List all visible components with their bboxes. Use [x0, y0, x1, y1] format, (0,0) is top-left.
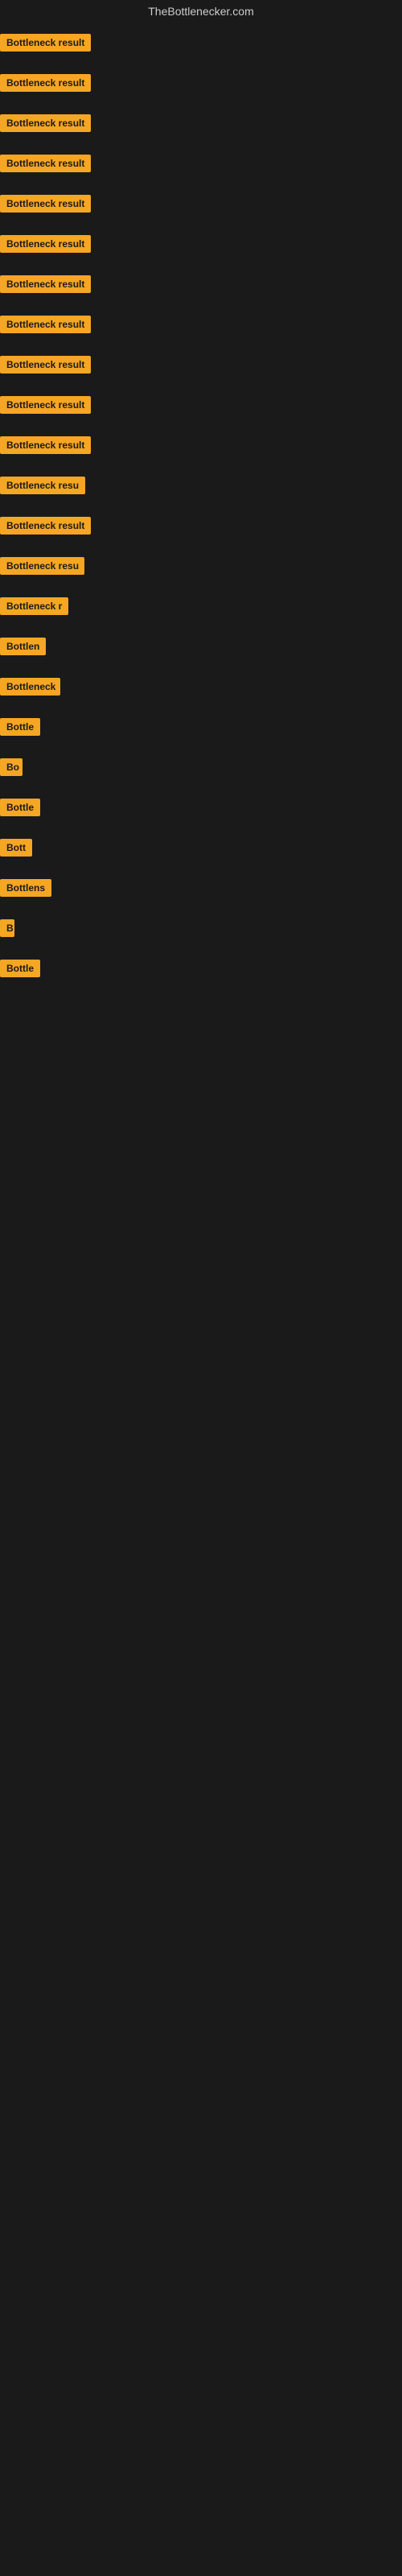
badges-container: Bottleneck result Bottleneck result Bottle…	[0, 23, 402, 989]
bottleneck-badge-16[interactable]: Bottlen	[0, 638, 46, 655]
bottleneck-badge-9[interactable]: Bottleneck result	[0, 356, 91, 374]
bottleneck-badge-21[interactable]: Bott	[0, 839, 32, 857]
bottleneck-badge-6[interactable]: Bottleneck result	[0, 235, 91, 253]
badge-row-19: Bo	[0, 747, 402, 787]
bottleneck-badge-23[interactable]: B	[0, 919, 14, 937]
badge-row-18: Bottle	[0, 707, 402, 747]
bottleneck-badge-19[interactable]: Bo	[0, 758, 23, 776]
badge-row-4: Bottleneck result	[0, 143, 402, 184]
badge-row-17: Bottleneck	[0, 667, 402, 707]
badge-row-2: Bottleneck result	[0, 63, 402, 103]
bottleneck-badge-24[interactable]: Bottle	[0, 960, 40, 977]
badge-row-6: Bottleneck result	[0, 224, 402, 264]
bottleneck-badge-7[interactable]: Bottleneck result	[0, 275, 91, 293]
badge-row-12: Bottleneck resu	[0, 465, 402, 506]
badge-row-23: B	[0, 908, 402, 948]
badge-row-1: Bottleneck result	[0, 23, 402, 63]
bottleneck-badge-5[interactable]: Bottleneck result	[0, 195, 91, 213]
bottleneck-badge-13[interactable]: Bottleneck result	[0, 517, 91, 535]
badge-row-8: Bottleneck result	[0, 304, 402, 345]
bottleneck-badge-17[interactable]: Bottleneck	[0, 678, 60, 696]
bottleneck-badge-4[interactable]: Bottleneck result	[0, 155, 91, 172]
badge-row-10: Bottleneck result	[0, 385, 402, 425]
badge-row-7: Bottleneck result	[0, 264, 402, 304]
badge-row-22: Bottlens	[0, 868, 402, 908]
bottleneck-badge-2[interactable]: Bottleneck result	[0, 74, 91, 92]
bottleneck-badge-14[interactable]: Bottleneck resu	[0, 557, 84, 575]
badge-row-11: Bottleneck result	[0, 425, 402, 465]
badge-row-16: Bottlen	[0, 626, 402, 667]
site-title: TheBottlenecker.com	[0, 0, 402, 23]
bottleneck-badge-18[interactable]: Bottle	[0, 718, 40, 736]
badge-row-3: Bottleneck result	[0, 103, 402, 143]
bottleneck-badge-20[interactable]: Bottle	[0, 799, 40, 816]
badge-row-14: Bottleneck resu	[0, 546, 402, 586]
badge-row-13: Bottleneck result	[0, 506, 402, 546]
bottleneck-badge-3[interactable]: Bottleneck result	[0, 114, 91, 132]
badge-row-15: Bottleneck r	[0, 586, 402, 626]
bottleneck-badge-1[interactable]: Bottleneck result	[0, 34, 91, 52]
badge-row-9: Bottleneck result	[0, 345, 402, 385]
badge-row-24: Bottle	[0, 948, 402, 989]
badge-row-21: Bott	[0, 828, 402, 868]
bottleneck-badge-11[interactable]: Bottleneck result	[0, 436, 91, 454]
bottleneck-badge-10[interactable]: Bottleneck result	[0, 396, 91, 414]
bottleneck-badge-8[interactable]: Bottleneck result	[0, 316, 91, 333]
badge-row-5: Bottleneck result	[0, 184, 402, 224]
bottleneck-badge-15[interactable]: Bottleneck r	[0, 597, 68, 615]
badge-row-20: Bottle	[0, 787, 402, 828]
bottleneck-badge-12[interactable]: Bottleneck resu	[0, 477, 85, 494]
bottleneck-badge-22[interactable]: Bottlens	[0, 879, 51, 897]
